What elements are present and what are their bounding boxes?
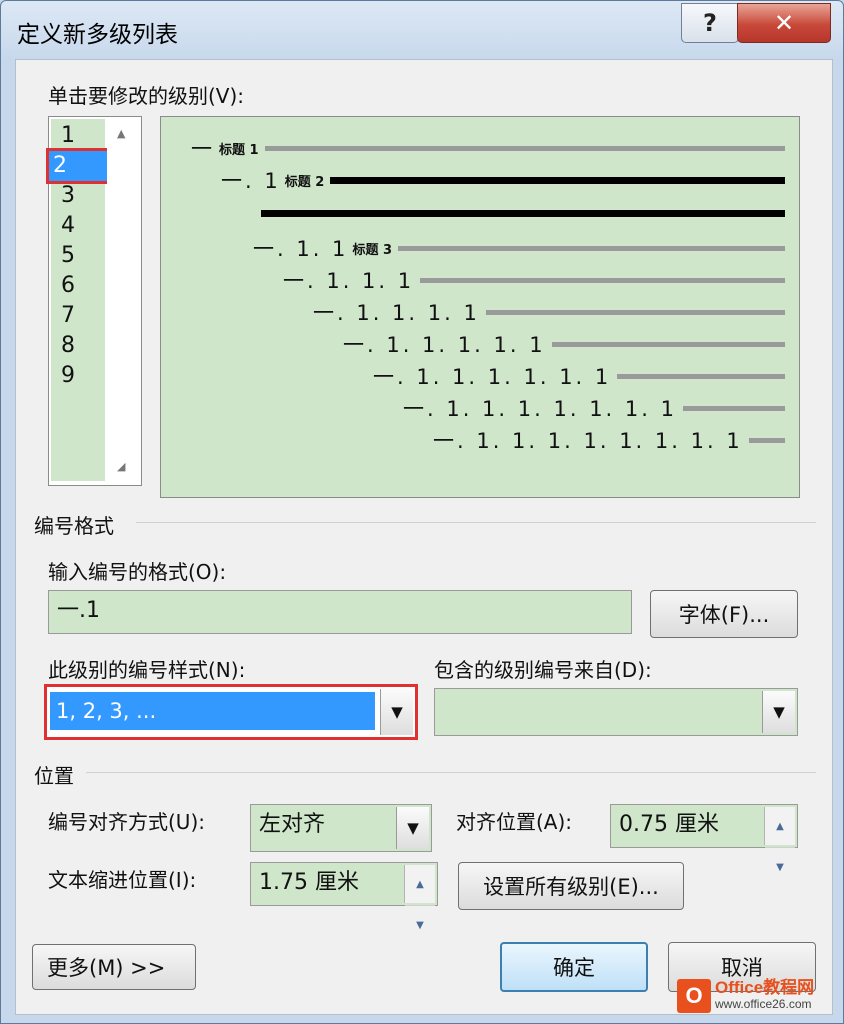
- preview-bar: [617, 373, 785, 379]
- chevron-down-icon[interactable]: ▼: [380, 689, 413, 735]
- chevron-down-icon[interactable]: ▼: [396, 807, 429, 849]
- preview-number: 一. 1. 1. 1. 1. 1. 1. 1. 1: [433, 429, 743, 453]
- number-style-dropdown[interactable]: 1, 2, 3, ... ▼: [44, 684, 418, 740]
- number-format-input-label: 输入编号的格式(O):: [48, 560, 227, 584]
- number-format-input[interactable]: 一.1: [48, 590, 632, 634]
- preview-line-9: 一. 1. 1. 1. 1. 1. 1. 1. 1: [433, 425, 785, 455]
- close-button[interactable]: ✕: [737, 3, 831, 43]
- levels-label: 单击要修改的级别(V):: [48, 84, 245, 108]
- level-item-4[interactable]: 4: [57, 211, 109, 241]
- watermark-line-1: Office教程网: [715, 978, 815, 997]
- level-item-7[interactable]: 7: [57, 301, 109, 331]
- preview-line-6: 一. 1. 1. 1. 1. 1: [343, 329, 785, 359]
- preview-line-1: 一 标题 1: [191, 133, 785, 163]
- dialog-title: 定义新多级列表: [17, 22, 178, 48]
- section-divider: [86, 772, 816, 773]
- preview-bar: [420, 277, 785, 283]
- set-all-levels-button[interactable]: 设置所有级别(E)...: [458, 862, 684, 910]
- font-button[interactable]: 字体(F)...: [650, 590, 798, 638]
- preview-line-5: 一. 1. 1. 1. 1: [313, 297, 785, 327]
- preview-bar: [682, 405, 785, 411]
- preview-number: 一. 1. 1. 1. 1. 1. 1. 1: [403, 397, 677, 421]
- position-section-label: 位置: [34, 764, 74, 788]
- dialog-window: 定义新多级列表 ? ✕ 单击要修改的级别(V): 1 2 3 4 5 6 7 8…: [0, 0, 844, 1024]
- level-list-scrollbar[interactable]: ▲ ◢: [107, 117, 141, 483]
- align-at-spinner[interactable]: 0.75 厘米 ▲ ▼: [610, 804, 798, 873]
- scroll-up-icon[interactable]: ▲: [117, 127, 125, 140]
- chevron-down-icon[interactable]: ▼: [762, 691, 795, 733]
- preview-line-3: 一. 1. 1 标题 3: [253, 233, 785, 263]
- preview-bar-selected: [330, 176, 785, 184]
- preview-bar: [485, 309, 785, 315]
- preview-number: 一. 1. 1. 1. 1. 1: [343, 333, 546, 357]
- alignment-dropdown[interactable]: 左对齐 ▼: [250, 804, 432, 852]
- preview-line-continuation: [261, 203, 785, 223]
- preview-number: 一. 1. 1. 1. 1. 1. 1: [373, 365, 612, 389]
- text-indent-label: 文本缩进位置(I):: [48, 868, 197, 892]
- more-button[interactable]: 更多(M) >>: [32, 944, 196, 990]
- ok-button[interactable]: 确定: [500, 942, 648, 992]
- spin-down-icon[interactable]: ▼: [405, 906, 435, 946]
- level-item-9[interactable]: 9: [57, 361, 109, 391]
- preview-bar: [398, 245, 785, 251]
- preview-bar-selected: [261, 209, 785, 217]
- level-item-5[interactable]: 5: [57, 241, 109, 271]
- spin-down-icon[interactable]: ▼: [765, 848, 795, 888]
- level-item-2[interactable]: 2: [46, 148, 110, 184]
- preview-number: 一. 1: [221, 169, 281, 193]
- level-preview: 一 标题 1 一. 1 标题 2 一. 1. 1 标题 3 一. 1. 1. 1: [160, 116, 800, 498]
- preview-number: 一: [191, 137, 215, 161]
- preview-line-2: 一. 1 标题 2: [221, 165, 785, 195]
- preview-bar: [551, 341, 785, 347]
- level-item-1[interactable]: 1: [57, 121, 109, 151]
- preview-line-4: 一. 1. 1. 1: [283, 265, 785, 295]
- align-at-spin-buttons[interactable]: ▲ ▼: [764, 807, 795, 873]
- watermark-text: Office教程网 www.office26.com: [715, 978, 815, 1012]
- text-indent-spinner[interactable]: 1.75 厘米 ▲ ▼: [250, 862, 438, 931]
- office-logo-icon: O: [677, 979, 711, 1013]
- include-level-dropdown[interactable]: ▼: [434, 688, 798, 736]
- level-item-8[interactable]: 8: [57, 331, 109, 361]
- preview-number: 一. 1. 1: [253, 237, 349, 261]
- number-style-value: 1, 2, 3, ...: [50, 692, 375, 730]
- level-item-6[interactable]: 6: [57, 271, 109, 301]
- alignment-label: 编号对齐方式(U):: [48, 810, 205, 834]
- help-button[interactable]: ?: [681, 3, 739, 43]
- text-indent-spin-buttons[interactable]: ▲ ▼: [404, 865, 435, 931]
- alignment-value: 左对齐: [259, 812, 326, 837]
- number-format-section-label: 编号格式: [34, 514, 114, 538]
- spin-up-icon[interactable]: ▲: [405, 865, 435, 906]
- align-at-label: 对齐位置(A):: [456, 810, 573, 834]
- preview-line-7: 一. 1. 1. 1. 1. 1. 1: [373, 361, 785, 391]
- preview-bar: [748, 437, 785, 443]
- level-listbox[interactable]: 1 2 3 4 5 6 7 8 9 ▲ ◢: [46, 116, 142, 486]
- spin-up-icon[interactable]: ▲: [765, 807, 795, 848]
- section-divider: [136, 522, 816, 523]
- preview-line-8: 一. 1. 1. 1. 1. 1. 1. 1: [403, 393, 785, 423]
- preview-text: 标题 3: [352, 242, 393, 258]
- include-level-label: 包含的级别编号来自(D):: [434, 658, 652, 682]
- preview-text: 标题 2: [284, 174, 325, 190]
- preview-bar: [264, 145, 785, 151]
- level-list-items: 1 2 3 4 5 6 7 8 9: [46, 119, 110, 481]
- text-indent-value: 1.75 厘米: [259, 870, 359, 895]
- dialog-client-area: 单击要修改的级别(V): 1 2 3 4 5 6 7 8 9 ▲ ◢ 一 标题 …: [15, 59, 833, 1015]
- level-item-3[interactable]: 3: [57, 181, 109, 211]
- scroll-down-icon[interactable]: ◢: [117, 460, 125, 473]
- preview-text: 标题 1: [219, 142, 259, 158]
- align-at-value: 0.75 厘米: [619, 812, 719, 837]
- preview-number: 一. 1. 1. 1: [283, 269, 415, 293]
- watermark-line-2: www.office26.com: [715, 997, 812, 1011]
- preview-number: 一. 1. 1. 1. 1: [313, 301, 480, 325]
- number-style-label: 此级别的编号样式(N):: [48, 658, 246, 682]
- watermark-logo: O Office教程网 www.office26.com: [677, 979, 814, 1013]
